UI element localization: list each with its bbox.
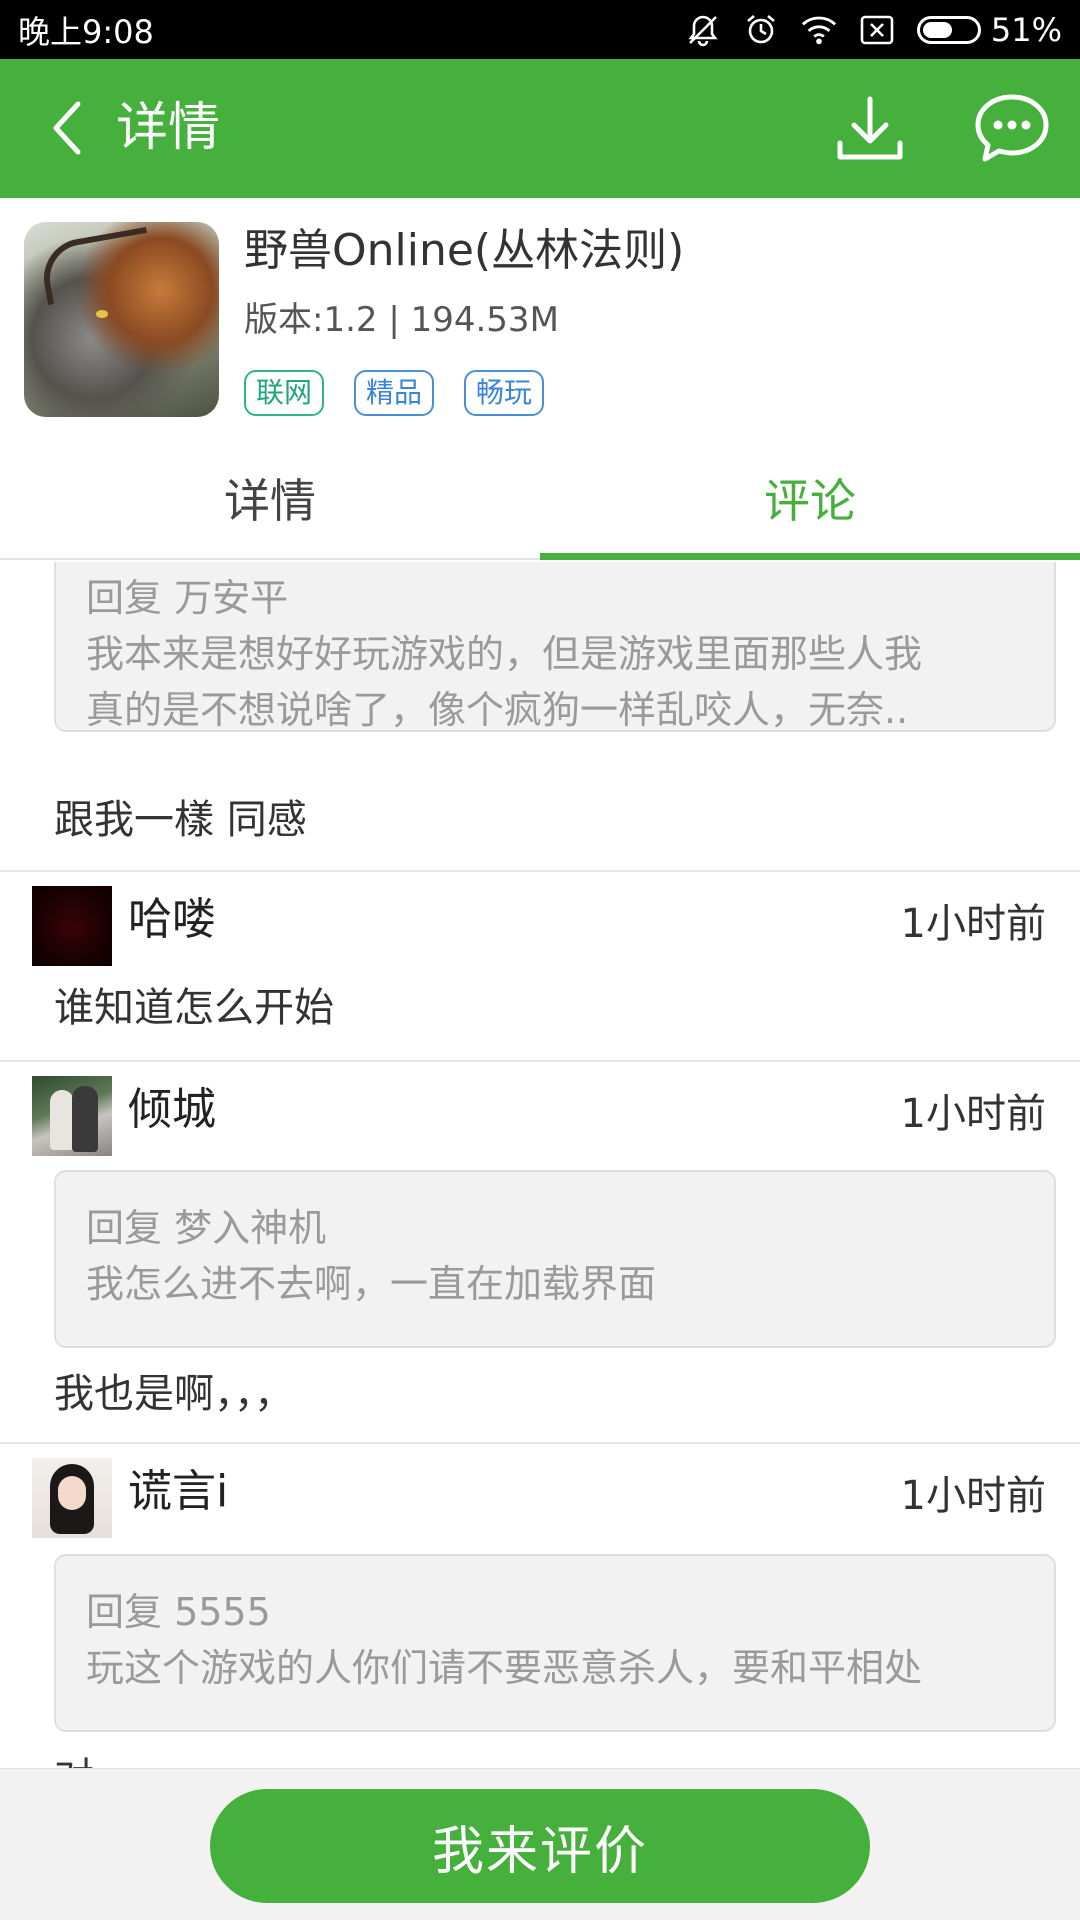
comment-text: 谁知道怎么开始 [54, 985, 334, 1031]
tag-premium: 精品 [354, 370, 435, 416]
message-icon [975, 94, 1049, 162]
comment-time: 1小时前 [900, 1091, 1046, 1137]
avatar-figure [50, 1090, 74, 1150]
sim-icon [859, 12, 895, 48]
icon-eye [96, 310, 108, 318]
reply-line: 真的是不想说啥了，像个疯狗一样乱咬人，无奈.. [86, 688, 909, 732]
divider [0, 870, 1080, 872]
comment-list[interactable]: 回复 万安平 我本来是想好好玩游戏的，但是游戏里面那些人我 真的是不想说啥了，像… [0, 562, 1080, 1768]
comment-time: 1小时前 [900, 1473, 1046, 1519]
tab-comments[interactable]: 评论 [540, 438, 1080, 558]
wifi-icon [801, 12, 837, 48]
mute-icon [685, 12, 721, 48]
battery-percent: 51% [990, 10, 1062, 49]
app-info: 野兽Online(丛林法则) 版本:1.2 | 194.53M 联网 精品 畅玩 [0, 198, 1080, 438]
quoted-reply: 回复 梦入神机 我怎么进不去啊，一直在加载界面 [54, 1170, 1056, 1348]
comment-time: 1小时前 [900, 901, 1046, 947]
avatar[interactable] [32, 1076, 112, 1156]
username[interactable]: 倾城 [128, 1082, 216, 1138]
message-button[interactable] [970, 87, 1054, 171]
back-arrow-icon [53, 101, 81, 155]
app-tags: 联网 精品 畅玩 [244, 370, 545, 416]
app-screen: 晚上9:08 51% 详情 野兽Online(丛林法则) 版本:1.2 | 19… [0, 0, 1080, 1920]
comment-text: 跟我一樣 同感 [54, 797, 307, 843]
username[interactable]: 哈喽 [128, 892, 216, 948]
avatar-face [58, 1476, 86, 1510]
icon-antler [37, 226, 157, 306]
quoted-reply: 回复 5555 玩这个游戏的人你们请不要恶意杀人，要和平相处 [54, 1554, 1056, 1732]
active-tab-indicator [540, 553, 1080, 560]
download-button[interactable] [830, 89, 910, 169]
page-title: 详情 [116, 98, 221, 158]
app-version-size: 版本:1.2 | 194.53M [244, 300, 559, 340]
alarm-icon [743, 12, 779, 48]
avatar[interactable] [32, 1458, 112, 1538]
reply-header: 回复 万安平 [86, 576, 289, 620]
back-button[interactable] [42, 95, 92, 161]
username[interactable]: 谎言i [128, 1464, 228, 1520]
reply-line: 我本来是想好好玩游戏的，但是游戏里面那些人我 [86, 632, 923, 676]
write-review-button[interactable]: 我来评价 [210, 1789, 870, 1903]
reply-line: 我怎么进不去啊，一直在加载界面 [86, 1262, 657, 1306]
reply-header: 回复 5555 [86, 1590, 271, 1634]
tab-details[interactable]: 详情 [0, 438, 540, 558]
app-icon [24, 222, 219, 417]
app-name: 野兽Online(丛林法则) [244, 225, 685, 276]
tab-bar: 详情 评论 [0, 438, 1080, 560]
tag-smooth: 畅玩 [464, 370, 545, 416]
app-bar: 详情 [0, 59, 1080, 198]
reply-header: 回复 梦入神机 [86, 1206, 327, 1250]
quoted-reply: 回复 万安平 我本来是想好好玩游戏的，但是游戏里面那些人我 真的是不想说啥了，像… [54, 562, 1056, 732]
status-icons: 51% [685, 11, 1062, 49]
avatar-figure [72, 1086, 98, 1152]
battery-indicator: 51% [916, 10, 1062, 49]
status-bar: 晚上9:08 51% [0, 0, 1080, 59]
reply-line: 玩这个游戏的人你们请不要恶意杀人，要和平相处 [86, 1646, 923, 1690]
status-time: 晚上9:08 [18, 12, 154, 51]
comment-text: 我也是啊，，， [54, 1371, 294, 1417]
divider [0, 1060, 1080, 1062]
battery-fill [922, 21, 953, 38]
comment-text: 对 [54, 1752, 94, 1768]
battery-icon [916, 15, 981, 44]
divider [0, 1442, 1080, 1444]
tag-online: 联网 [244, 370, 325, 416]
avatar[interactable] [32, 886, 112, 966]
bottom-bar: 我来评价 [0, 1768, 1080, 1920]
download-icon [837, 96, 903, 160]
